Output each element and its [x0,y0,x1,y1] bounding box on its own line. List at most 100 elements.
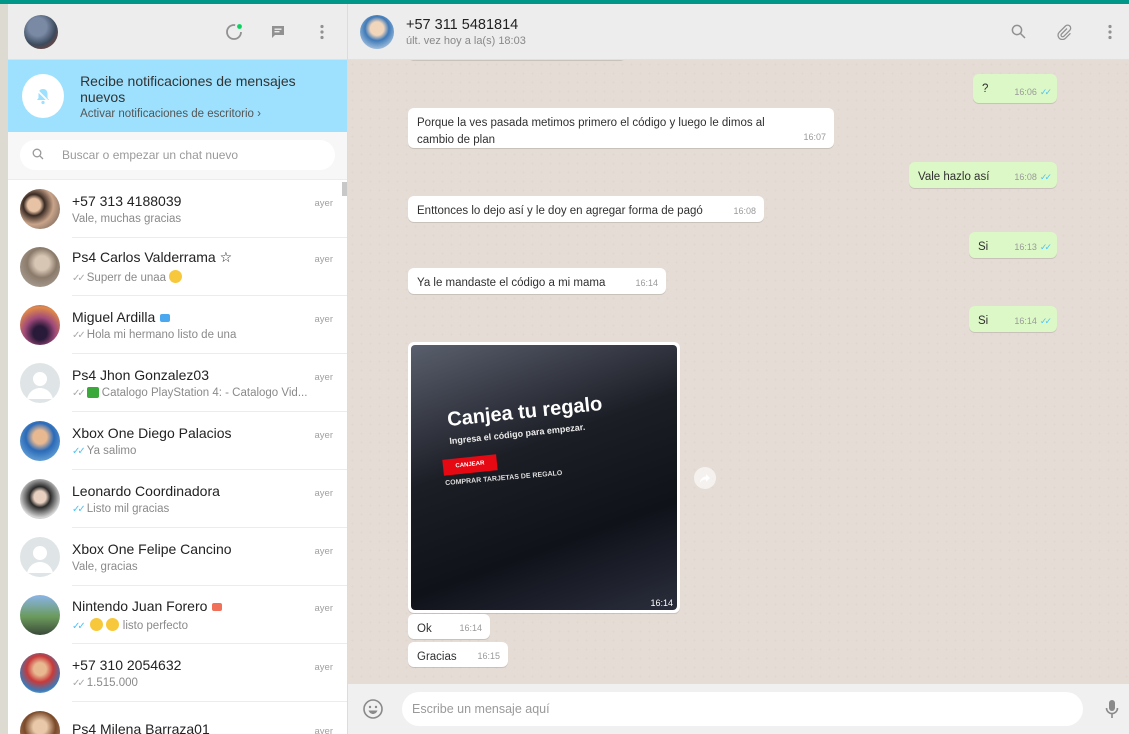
chat-item[interactable]: Ps4 Jhon Gonzalez03 ayer ✓✓ Catalogo PlayS… [8,354,347,412]
menu-icon[interactable] [1099,21,1121,43]
double-check-icon: ✓✓ [72,387,86,399]
chat-item[interactable]: +57 310 2054632 ayer ✓✓ 1.515.000 [8,644,347,702]
chat-time: ayer [314,545,333,557]
message-time: 16:13 ✓✓ [1014,241,1052,252]
forward-icon[interactable] [694,467,716,489]
grin-emoji-icon [89,617,103,631]
status-icon[interactable] [223,21,245,43]
chat-name: Ps4 Jhon Gonzalez03 [72,366,209,383]
desktop-notification-banner[interactable]: Recibe notificaciones de mensajes nuevos… [8,60,347,132]
message-input[interactable] [402,692,1083,726]
message-time: 16:14 [459,622,482,633]
message-in[interactable]: Gracias 16:15 [408,642,508,667]
chat-item[interactable]: Xbox One Diego Palacios ayer ✓✓ Ya salimo [8,412,347,470]
chat-name: Leonardo Coordinadora [72,482,220,499]
message-text: ? [982,83,989,95]
image-message[interactable]: Canjea tu regalo Ingresa el código para … [408,342,680,613]
message-text: Porque la ves pasada metimos primero el … [417,117,765,146]
message-text: Vale hazlo así [918,171,990,183]
message-out[interactable]: Si 16:14 ✓✓ [969,306,1057,332]
menu-icon[interactable] [311,21,333,43]
chat-last-message: Vale, muchas gracias [72,212,182,225]
chat-last-message: Vale, gracias [72,560,138,573]
chat-name: +57 313 4188039 [72,192,182,209]
chat-last-message: Ya salimo [86,444,137,457]
read-receipt-icon: ✓✓ [1039,171,1052,182]
notification-title: Recibe notificaciones de mensajes nuevos [80,72,296,105]
chat-time: ayer [314,313,333,325]
double-check-icon: ✓✓ [72,273,86,284]
conversation-pane: +57 311 5481814 últ. vez hoy a la(s) 18:… [348,4,1129,734]
chat-name: Xbox One Felipe Cancino [72,540,232,557]
double-check-icon: ✓✓ [72,677,86,689]
chat-time: ayer [314,429,333,441]
message-in[interactable]: Ok 16:14 [408,614,490,639]
message-out[interactable]: ? 16:06 ✓✓ [973,74,1057,103]
chat-last-message: Hola mi hermano listo de una [86,328,237,341]
message-text: Si [978,241,989,253]
chat-time: ayer [314,487,333,499]
chat-name: Ps4 Carlos Valderrama ☆ [72,249,233,265]
chat-last-message: listo perfecto [122,619,188,632]
chat-item[interactable]: Miguel Ardilla ayer ✓✓ Hola mi hermano lis… [8,296,347,354]
message-in[interactable]: Enttonces lo dejo así y le doy en agrega… [408,196,764,222]
photo-redeem-button: CANJEAR [442,454,498,476]
message-time: 16:08 [733,205,756,216]
message-out[interactable]: Si 16:13 ✓✓ [969,232,1057,258]
emoji-icon[interactable] [362,698,384,720]
message-time: 16:14 [650,598,673,608]
chat-name: Xbox One Diego Palacios [72,424,232,441]
message-list[interactable]: ? 16:06 ✓✓ Porque la ves pasada metimos p… [348,60,1129,684]
attach-icon[interactable] [1053,21,1075,43]
message-composer [348,684,1129,734]
chat-list[interactable]: +57 313 4188039 ayer Vale, muchas gracias… [8,180,347,734]
my-avatar[interactable] [24,14,58,49]
avatar [20,421,60,461]
chat-time: ayer [314,725,333,734]
gift-card-photo[interactable]: Canjea tu regalo Ingresa el código para … [411,345,677,610]
double-check-blue-icon: ✓✓ [72,503,86,515]
chat-last-message: 1.515.000 [86,676,138,689]
search-input[interactable] [62,148,302,162]
avatar [20,247,60,287]
default-avatar-icon [20,537,60,577]
avatar [20,711,60,734]
message-text: Enttonces lo dejo así y le doy en agrega… [417,205,703,217]
chat-time: ayer [314,661,333,673]
label-tag-icon [212,602,223,611]
message-time: 16:15 [477,650,500,661]
chat-time: ayer [314,371,333,383]
chat-item[interactable]: Leonardo Coordinadora ayer ✓✓ Listo mil gr… [8,470,347,528]
chat-name: Ps4 Milena Barraza01 [72,720,210,734]
frog-emoji-icon [86,386,99,398]
contact-name: +57 311 5481814 [406,16,519,33]
contact-avatar[interactable] [360,14,394,49]
message-time: 16:14 ✓✓ [1014,315,1052,326]
search-box [20,140,335,170]
chat-last-message: Listo mil gracias [86,502,170,515]
chat-name: Miguel Ardilla [72,308,156,325]
conversation-header[interactable]: +57 311 5481814 últ. vez hoy a la(s) 18:… [348,4,1129,60]
avatar [20,305,60,345]
message-text: Si [978,315,989,327]
sidebar: Recibe notificaciones de mensajes nuevos… [8,4,348,734]
enable-notifications-link[interactable]: Activar notificaciones de escritorio › [80,108,333,120]
chat-item[interactable]: Nintendo Juan Forero ayer ✓✓ listo perfect… [8,586,347,644]
message-in[interactable]: Ya le mandaste el código a mi mama 16:14 [408,268,666,294]
contact-last-seen: últ. vez hoy a la(s) 18:03 [406,34,526,47]
search-icon[interactable] [1007,21,1029,43]
new-chat-icon[interactable] [267,21,289,43]
chat-item[interactable]: Ps4 Carlos Valderrama ☆ ayer ✓✓ Superr de … [8,238,347,296]
whatsapp-web-app: Recibe notificaciones de mensajes nuevos… [8,4,1129,734]
message-out[interactable]: Vale hazlo así 16:08 ✓✓ [909,162,1057,188]
message-text: Gracias [417,651,457,663]
read-receipt-icon: ✓✓ [1039,86,1052,97]
message-in[interactable]: Porque la ves pasada metimos primero el … [408,108,834,148]
chat-item[interactable]: Ps4 Milena Barraza01 ayer [8,702,347,734]
search-icon[interactable] [32,148,44,163]
search-bar [8,132,347,180]
chat-item[interactable]: Xbox One Felipe Cancino ayer Vale, gracia… [8,528,347,586]
microphone-icon[interactable] [1101,698,1123,720]
avatar [20,595,60,635]
chat-item[interactable]: +57 313 4188039 ayer Vale, muchas gracias [8,180,347,238]
